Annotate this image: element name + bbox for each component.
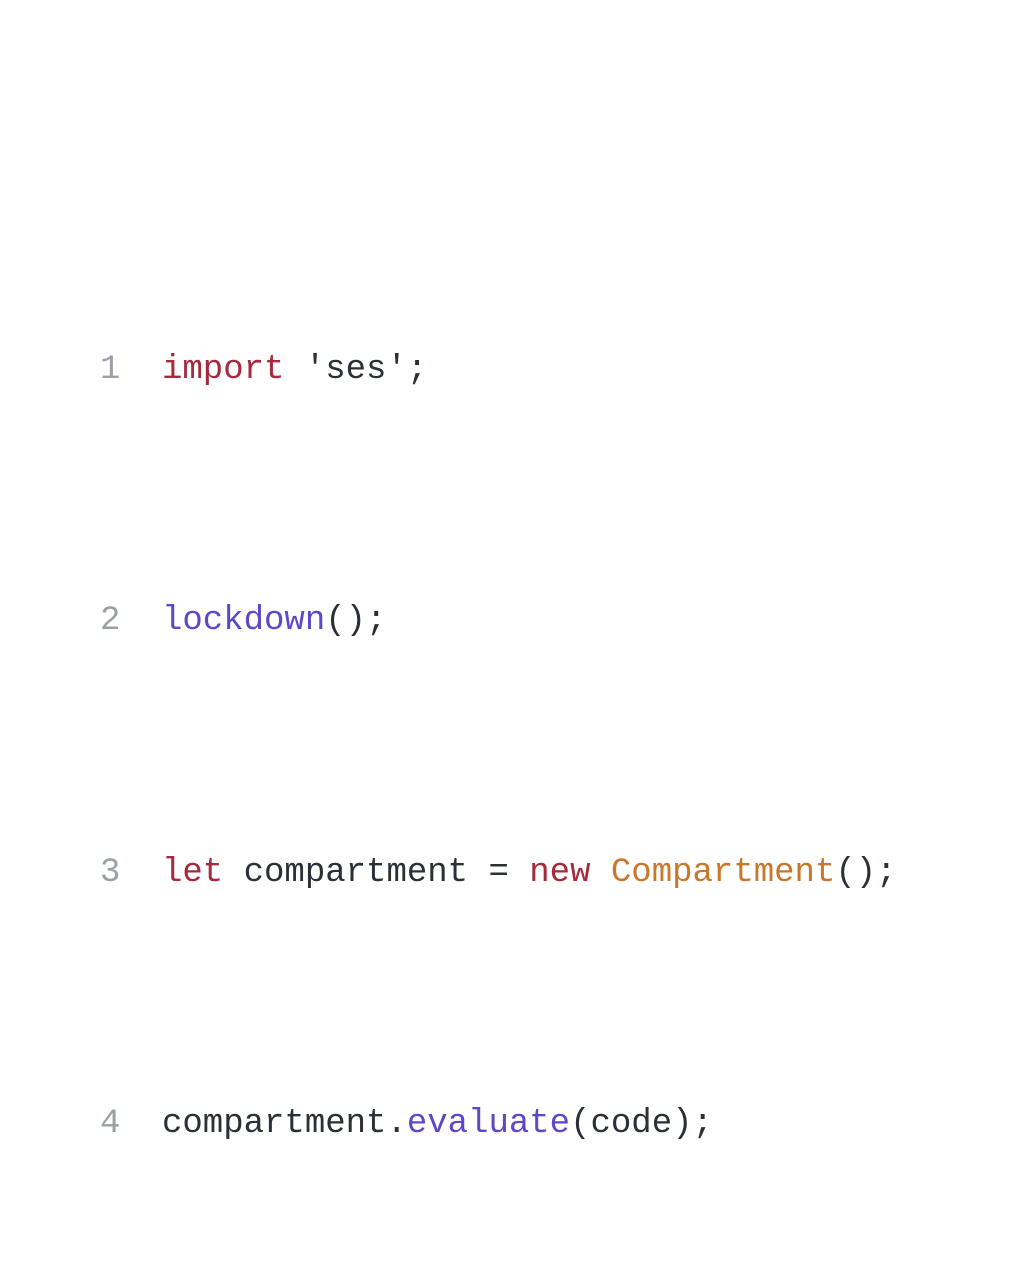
space	[223, 854, 243, 892]
space	[591, 854, 611, 892]
class-name: Compartment	[611, 854, 835, 892]
keyword-new: new	[529, 854, 590, 892]
function-call: lockdown	[162, 602, 325, 640]
code-line: 1 import 'ses';	[100, 339, 897, 402]
line-number: 2	[100, 590, 162, 653]
line-number: 1	[100, 339, 162, 402]
keyword-let: let	[162, 854, 223, 892]
space	[509, 854, 529, 892]
paren-open: (	[570, 1105, 590, 1143]
space	[284, 351, 304, 389]
code-content: let compartment = new Compartment();	[162, 842, 897, 905]
operator-eq: =	[488, 854, 508, 892]
code-content: lockdown();	[162, 590, 386, 653]
paren-open: (	[325, 602, 345, 640]
code-content: import 'ses';	[162, 339, 427, 402]
code-line: 4 compartment.evaluate(code);	[100, 1093, 897, 1156]
paren-close: )	[672, 1105, 692, 1143]
semicolon: ;	[407, 351, 427, 389]
identifier: compartment	[162, 1105, 386, 1143]
identifier: compartment	[244, 854, 468, 892]
code-content: compartment.evaluate(code);	[162, 1093, 713, 1156]
line-number: 4	[100, 1093, 162, 1156]
string-quote: '	[386, 351, 406, 389]
line-number: 3	[100, 842, 162, 905]
identifier: code	[590, 1105, 672, 1143]
paren-close: )	[346, 602, 366, 640]
code-line: 3 let compartment = new Compartment();	[100, 842, 897, 905]
semicolon: ;	[693, 1105, 713, 1143]
method-call: evaluate	[407, 1105, 570, 1143]
paren-close: )	[856, 854, 876, 892]
code-line: 2 lockdown();	[100, 590, 897, 653]
space	[468, 854, 488, 892]
string-literal: ses	[325, 351, 386, 389]
paren-open: (	[835, 854, 855, 892]
semicolon: ;	[366, 602, 386, 640]
keyword-import: import	[162, 351, 284, 389]
string-quote: '	[305, 351, 325, 389]
code-block: 1 import 'ses'; 2 lockdown(); 3 let comp…	[100, 150, 897, 1282]
semicolon: ;	[876, 854, 896, 892]
dot: .	[386, 1105, 406, 1143]
